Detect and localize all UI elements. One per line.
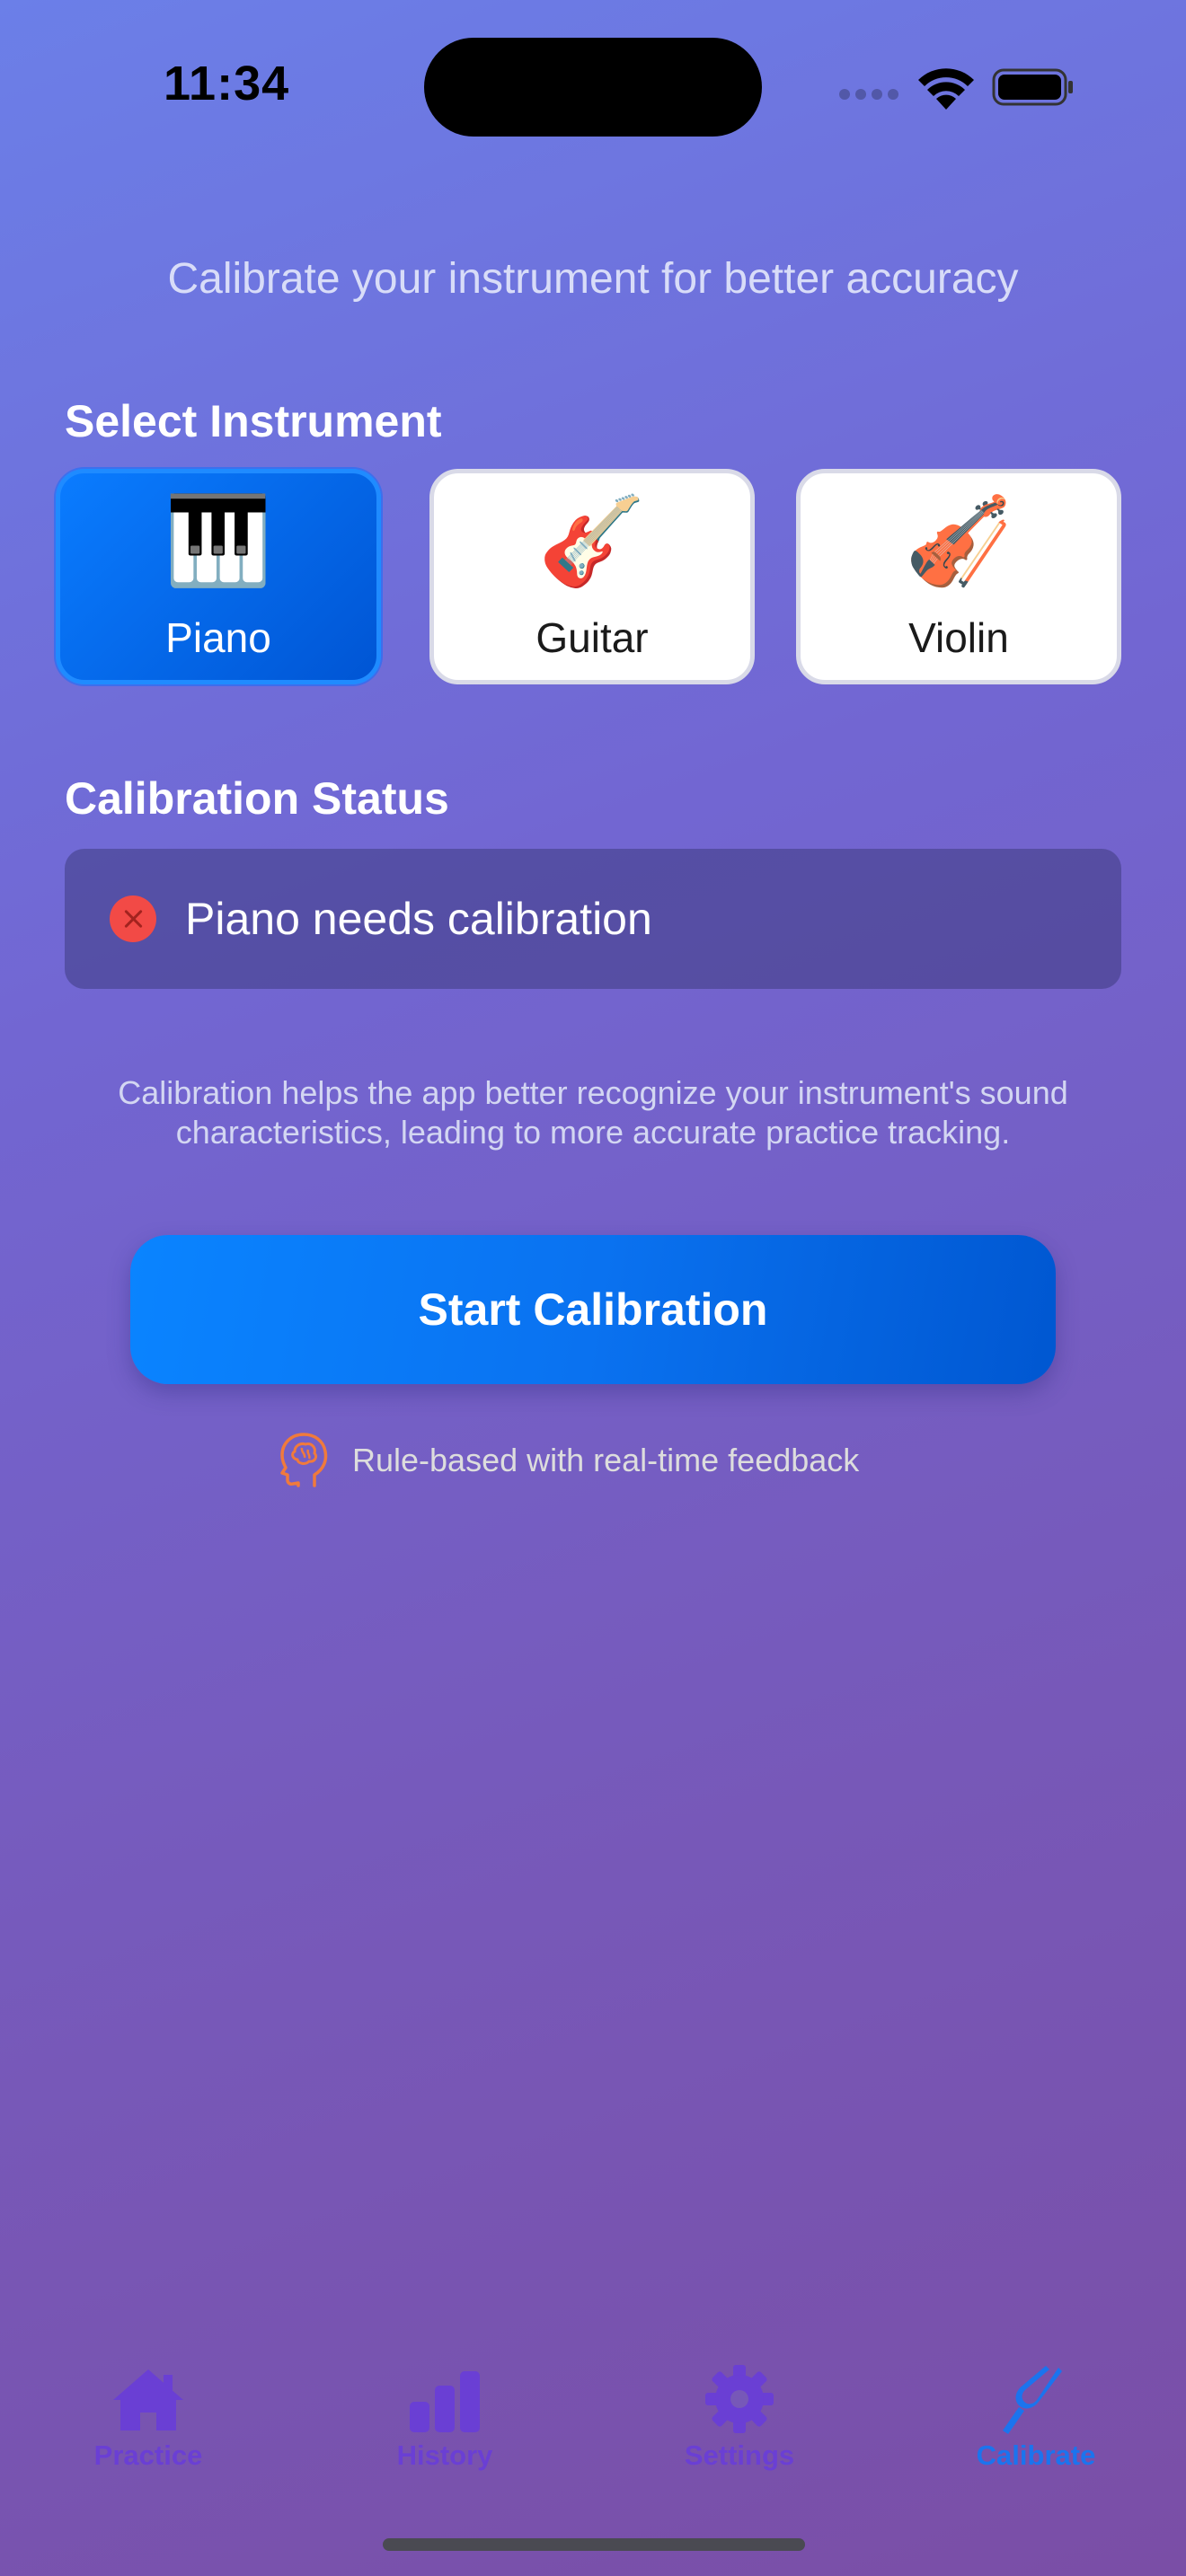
calibration-status-message: Piano needs calibration xyxy=(185,894,652,944)
tab-label: Settings xyxy=(684,2439,795,2471)
instrument-option-guitar[interactable]: 🎸 Guitar xyxy=(429,469,755,684)
tuning-fork-icon xyxy=(1003,2366,1062,2434)
gear-icon xyxy=(705,2365,774,2433)
instrument-label: Violin xyxy=(908,614,1009,661)
calibration-status-box: Piano needs calibration xyxy=(65,849,1121,989)
tab-label: Calibrate xyxy=(976,2439,1096,2471)
tab-settings[interactable]: Settings xyxy=(636,2362,843,2472)
brain-head-icon xyxy=(280,1433,328,1487)
mode-note-text: Rule-based with real-time feedback xyxy=(352,1442,860,1478)
calibration-status-title: Calibration Status xyxy=(65,773,449,824)
bar-chart-icon xyxy=(410,2371,480,2432)
guitar-icon: 🎸 xyxy=(538,493,646,589)
instrument-option-piano[interactable]: 🎹 Piano xyxy=(56,469,381,684)
tab-history[interactable]: History xyxy=(341,2362,548,2472)
battery-icon xyxy=(992,68,1073,106)
mode-note: Rule-based with real-time feedback xyxy=(279,1428,859,1493)
tab-label: Practice xyxy=(93,2439,203,2471)
x-circle-icon xyxy=(110,895,156,942)
tab-practice[interactable]: Practice xyxy=(45,2362,252,2472)
select-instrument-title: Select Instrument xyxy=(65,396,442,446)
tab-label: History xyxy=(396,2439,493,2471)
home-indicator[interactable] xyxy=(383,2538,805,2551)
start-calibration-button[interactable]: Start Calibration xyxy=(130,1235,1056,1384)
dynamic-island xyxy=(424,38,762,137)
instrument-label: Guitar xyxy=(535,614,649,661)
status-time: 11:34 xyxy=(164,57,290,110)
tab-calibrate[interactable]: Calibrate xyxy=(933,2362,1139,2472)
house-icon xyxy=(113,2369,183,2430)
instrument-label: Piano xyxy=(165,614,271,661)
wifi-icon xyxy=(918,68,974,110)
instrument-option-violin[interactable]: 🎻 Violin xyxy=(796,469,1121,684)
page-subtitle: Calibrate your instrument for better acc… xyxy=(167,255,1019,303)
piano-icon: 🎹 xyxy=(164,493,272,589)
violin-icon: 🎻 xyxy=(905,493,1013,589)
cellular-signal-icon xyxy=(839,88,911,102)
calibration-help-text: Calibration helps the app better recogni… xyxy=(118,1074,1068,1151)
